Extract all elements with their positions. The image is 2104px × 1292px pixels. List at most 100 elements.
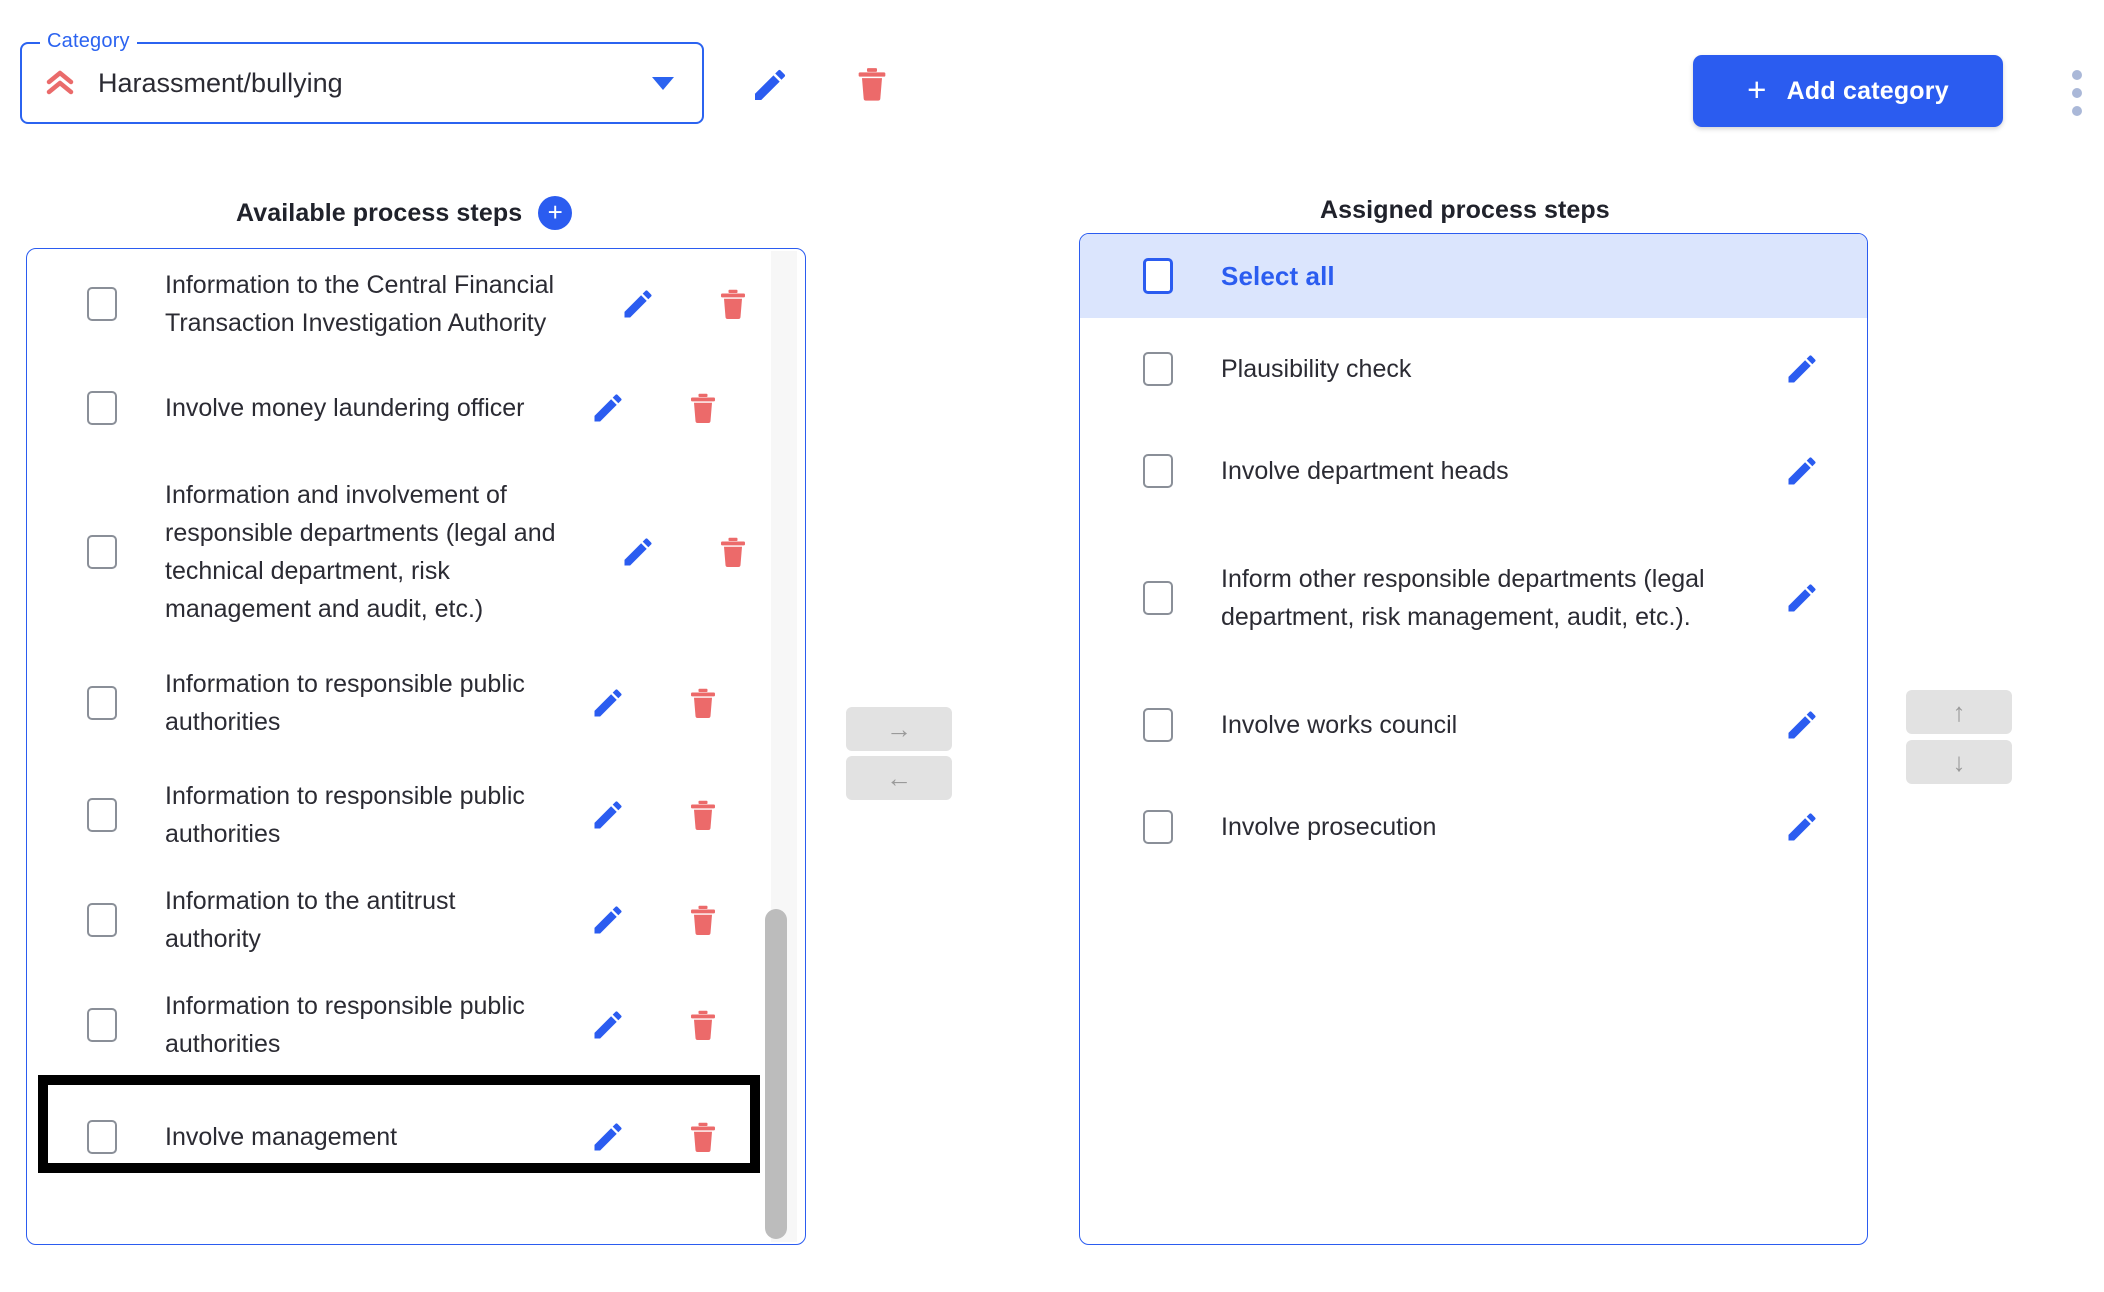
pencil-icon [1784, 457, 1820, 492]
edit-process-step-button[interactable] [590, 1007, 626, 1043]
available-heading-text: Available process steps [236, 198, 523, 227]
trash-icon [685, 688, 721, 724]
edit-process-step-button[interactable] [590, 797, 626, 833]
available-item-actions [565, 797, 755, 833]
available-list-item[interactable]: Information to responsible public author… [27, 759, 805, 871]
available-list-item[interactable]: Information to responsible public author… [27, 647, 805, 759]
available-list-item[interactable]: Information to the Central Financial Tra… [27, 249, 805, 359]
select-all-checkbox[interactable] [1143, 258, 1173, 294]
trash-icon [685, 1122, 721, 1158]
edit-process-step-button[interactable] [620, 286, 656, 322]
pencil-icon [590, 394, 626, 429]
delete-process-step-button[interactable] [715, 286, 751, 322]
add-category-button[interactable]: + Add category [1693, 55, 2003, 127]
available-item-label: Involve management [165, 1123, 398, 1151]
available-item-label: Information to responsible public author… [165, 670, 525, 736]
double-chevron-up-icon [44, 67, 76, 99]
move-up-button[interactable]: ↑ [1906, 690, 2012, 734]
select-all-row[interactable]: Select all [1080, 234, 1867, 318]
available-item-actions [565, 390, 755, 426]
pencil-icon [1784, 584, 1820, 619]
assigned-item-label: Plausibility check [1221, 355, 1412, 383]
available-list-item[interactable]: Involve management [27, 1081, 805, 1193]
delete-process-step-button[interactable] [685, 390, 721, 426]
assigned-list-item[interactable]: Plausibility check [1080, 318, 1867, 420]
available-item-actions [565, 1007, 755, 1043]
pencil-icon [1784, 813, 1820, 848]
assigned-item-label: Involve department heads [1221, 457, 1509, 485]
available-item-actions [595, 286, 785, 322]
assigned-item-checkbox[interactable] [1143, 708, 1173, 742]
available-item-checkbox[interactable] [87, 1120, 117, 1154]
pencil-icon [590, 1123, 626, 1158]
kebab-dot [2072, 70, 2082, 80]
assigned-item-checkbox[interactable] [1143, 352, 1173, 386]
assigned-item-actions [1737, 580, 1867, 616]
available-item-checkbox[interactable] [87, 287, 117, 321]
process-step-assignment-screen: Harassment/bullying Category + Add categ… [0, 0, 2104, 1292]
add-category-label: Add category [1786, 76, 1949, 105]
available-list-item[interactable]: Information to the antitrust authority [27, 871, 805, 969]
assigned-item-checkbox[interactable] [1143, 454, 1173, 488]
caret-down-icon[interactable] [652, 76, 674, 90]
available-list-item[interactable]: Information to responsible public author… [27, 969, 805, 1081]
category-select[interactable]: Harassment/bullying [20, 42, 704, 124]
edit-assigned-step-button[interactable] [1784, 809, 1820, 845]
available-item-label: Information to the Central Financial Tra… [165, 271, 555, 337]
pencil-icon [620, 538, 656, 573]
available-item-checkbox[interactable] [87, 903, 117, 937]
assigned-item-checkbox[interactable] [1143, 581, 1173, 615]
edit-process-step-button[interactable] [620, 534, 656, 570]
edit-process-step-button[interactable] [590, 390, 626, 426]
edit-category-button[interactable] [750, 65, 790, 105]
trash-icon [685, 905, 721, 941]
available-list-item[interactable]: Involve money laundering officer [27, 359, 805, 457]
available-heading: Available process steps + [236, 196, 573, 230]
edit-process-step-button[interactable] [590, 902, 626, 938]
delete-process-step-button[interactable] [715, 534, 751, 570]
available-item-checkbox[interactable] [87, 686, 117, 720]
edit-process-step-button[interactable] [590, 1119, 626, 1155]
move-right-button[interactable]: → [846, 707, 952, 751]
delete-process-step-button[interactable] [685, 1007, 721, 1043]
edit-assigned-step-button[interactable] [1784, 707, 1820, 743]
trash-icon [715, 289, 751, 325]
edit-assigned-step-button[interactable] [1784, 580, 1820, 616]
assigned-heading: Assigned process steps [1320, 196, 1610, 225]
delete-process-step-button[interactable] [685, 685, 721, 721]
delete-process-step-button[interactable] [685, 902, 721, 938]
available-item-checkbox[interactable] [87, 798, 117, 832]
delete-process-step-button[interactable] [685, 1119, 721, 1155]
add-process-step-button[interactable]: + [538, 196, 573, 230]
assigned-item-checkbox[interactable] [1143, 810, 1173, 844]
edit-assigned-step-button[interactable] [1784, 453, 1820, 489]
move-down-button[interactable]: ↓ [1906, 740, 2012, 784]
assigned-list-item[interactable]: Inform other responsible departments (le… [1080, 522, 1867, 674]
pencil-icon [590, 906, 626, 941]
assigned-list-item[interactable]: Involve works council [1080, 674, 1867, 776]
edit-assigned-step-button[interactable] [1784, 351, 1820, 387]
available-item-checkbox[interactable] [87, 535, 117, 569]
trash-icon [685, 800, 721, 836]
pencil-icon [750, 69, 790, 108]
assigned-list-item[interactable]: Involve prosecution [1080, 776, 1867, 878]
trash-icon [715, 537, 751, 573]
move-left-button[interactable]: ← [846, 756, 952, 800]
delete-category-button[interactable] [852, 64, 892, 104]
assigned-list-item[interactable]: Involve department heads [1080, 420, 1867, 522]
edit-process-step-button[interactable] [590, 685, 626, 721]
category-value: Harassment/bullying [98, 67, 343, 98]
available-list-item[interactable]: Information and involvement of responsib… [27, 457, 805, 647]
available-item-checkbox[interactable] [87, 391, 117, 425]
kebab-menu-icon[interactable] [2072, 70, 2082, 116]
available-item-label: Information to responsible public author… [165, 992, 525, 1058]
delete-process-step-button[interactable] [685, 797, 721, 833]
available-item-label: Information and involvement of responsib… [165, 481, 556, 623]
available-item-checkbox[interactable] [87, 1008, 117, 1042]
assigned-item-label: Involve works council [1221, 711, 1458, 739]
assigned-item-actions [1737, 707, 1867, 743]
available-item-actions [565, 902, 755, 938]
available-process-steps-panel: Information to the Central Financial Tra… [26, 248, 806, 1245]
available-item-actions [595, 534, 785, 570]
select-all-label: Select all [1221, 260, 1335, 291]
